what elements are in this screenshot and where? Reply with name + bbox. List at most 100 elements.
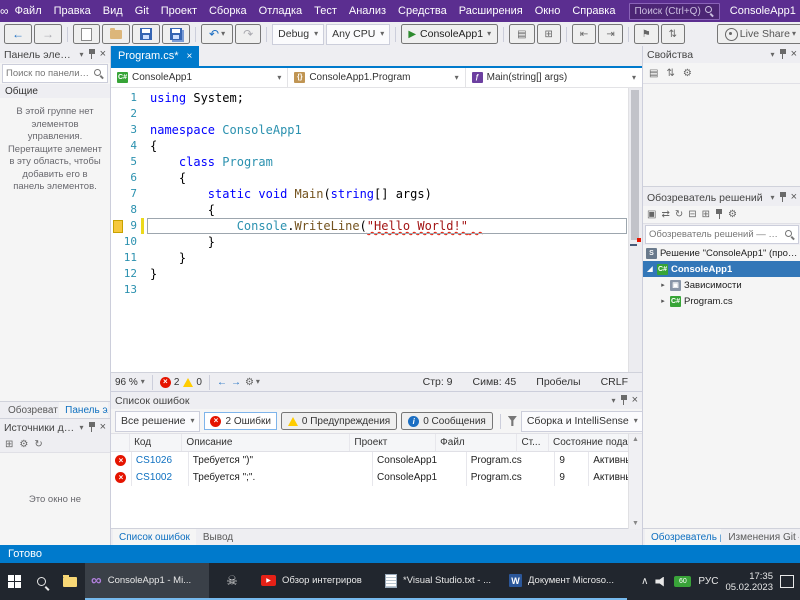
code-line[interactable]: 4{ <box>111 138 642 154</box>
menu-debug[interactable]: Отладка <box>253 0 308 22</box>
member-dropdown[interactable]: ƒ Main(string[] args) ▾ <box>466 68 642 87</box>
quick-actions-icon[interactable] <box>113 220 123 233</box>
save-button[interactable] <box>132 24 160 44</box>
close-icon[interactable]: × <box>791 192 797 203</box>
menu-build[interactable]: Сборка <box>203 0 253 22</box>
editor-errors-indicator[interactable]: × 2 <box>160 377 180 388</box>
spaces-indicator[interactable]: Пробелы <box>536 376 580 388</box>
property-pages-icon[interactable]: ⚙ <box>683 68 692 79</box>
menu-extensions[interactable]: Расширения <box>453 0 529 22</box>
open-file-button[interactable] <box>102 24 130 44</box>
editor-extra-dropdown[interactable]: ⚙ ▾ <box>245 377 260 388</box>
code-line[interactable]: 9 Console.WriteLine("Hello World!" <box>111 218 642 234</box>
solution-platform-dropdown[interactable]: Any CPU ▾ <box>326 24 390 45</box>
switch-views-icon[interactable]: ⇄ <box>661 209 669 220</box>
column-description[interactable]: Описание <box>182 434 350 451</box>
preview-changes-button[interactable]: ▤ <box>509 24 534 44</box>
toolbox-group-header[interactable]: Общие <box>0 84 110 98</box>
taskbar-app-visual-studio[interactable]: ∞ ConsoleApp1 - Mi... <box>85 563 209 600</box>
file-explorer-button[interactable] <box>55 563 85 600</box>
taskbar-clock[interactable]: 17:35 05.02.2023 <box>725 571 773 593</box>
navigate-backward-icon[interactable]: ← <box>217 377 227 388</box>
error-list-scrollbar[interactable]: ▲ ▼ <box>628 434 642 529</box>
solution-explorer-search-input[interactable]: Обозреватель решений — поиск (Ctrl+» <box>645 225 799 244</box>
start-button[interactable] <box>0 563 29 600</box>
tab-output[interactable]: Вывод <box>197 529 239 545</box>
code-line[interactable]: 12} <box>111 266 642 282</box>
messages-filter-button[interactable]: i 0 Сообщения <box>401 412 493 430</box>
code-line[interactable]: 10 } <box>111 234 642 250</box>
add-data-source-icon[interactable]: ⊞ <box>5 439 13 450</box>
code-line[interactable]: 11 } <box>111 250 642 266</box>
taskbar-search-button[interactable] <box>29 563 55 600</box>
language-indicator[interactable]: РУС <box>698 577 718 587</box>
redo-button[interactable]: ↷ <box>235 24 261 44</box>
menu-test[interactable]: Тест <box>308 0 343 22</box>
show-output-button[interactable]: ⊞ <box>537 24 561 44</box>
menu-git[interactable]: Git <box>129 0 155 22</box>
close-icon[interactable]: × <box>100 49 106 60</box>
expander-collapsed-icon[interactable]: ▸ <box>659 297 667 305</box>
code-line[interactable]: 6 { <box>111 170 642 186</box>
project-dropdown[interactable]: C# ConsoleApp1 ▾ <box>111 68 288 87</box>
scrollbar-thumb[interactable] <box>631 90 639 240</box>
tab-error-list[interactable]: Список ошибок <box>113 529 196 545</box>
tree-item-dependencies[interactable]: ▸ ▣ Зависимости <box>643 277 800 293</box>
code-line[interactable]: 5 class Program <box>111 154 642 170</box>
close-icon[interactable]: × <box>100 422 106 433</box>
column-line[interactable]: Ст... <box>517 434 549 451</box>
editor-warnings-indicator[interactable]: 0 <box>183 377 202 388</box>
close-icon[interactable]: × <box>791 49 797 60</box>
code-editor[interactable]: 1using System;23namespace ConsoleApp14{5… <box>111 88 642 372</box>
pin-icon[interactable] <box>620 395 628 406</box>
column-file[interactable]: Файл <box>436 434 517 451</box>
column-code[interactable]: Код <box>130 434 182 451</box>
code-line[interactable]: 13 <box>111 282 642 298</box>
close-icon[interactable]: × <box>187 51 193 62</box>
properties-wrench-icon[interactable]: ⚙ <box>728 209 737 220</box>
start-debugging-button[interactable]: ▶ ConsoleApp1 ▾ <box>401 24 498 44</box>
toolbox-search-input[interactable]: Поиск по панели элемен <box>2 64 108 83</box>
show-all-files-icon[interactable]: ⊞ <box>702 209 710 220</box>
error-row[interactable]: × CS1002 Требуется ";". ConsoleApp1 Prog… <box>111 469 642 486</box>
chevron-down-icon[interactable]: ▾ <box>80 424 84 432</box>
new-file-button[interactable] <box>73 24 100 44</box>
solution-configuration-dropdown[interactable]: Debug ▾ <box>272 24 324 45</box>
expander-expanded-icon[interactable]: ◢ <box>646 265 654 273</box>
column-severity[interactable] <box>111 434 130 451</box>
bookmark-list-button[interactable]: ⇅ <box>661 24 685 44</box>
indent-increase-button[interactable]: ⇥ <box>598 24 622 44</box>
tree-item-program-cs[interactable]: ▸ C# Program.cs <box>643 293 800 309</box>
pin-icon[interactable] <box>88 422 96 433</box>
action-center-icon[interactable] <box>780 575 794 588</box>
taskbar-app-word[interactable]: W Документ Microso... <box>503 563 627 600</box>
battery-indicator[interactable]: 60 <box>674 576 691 587</box>
pin-icon[interactable] <box>779 192 787 203</box>
code-line[interactable]: 3namespace ConsoleApp1 <box>111 122 642 138</box>
tree-item-project[interactable]: ◢ C# ConsoleApp1 <box>643 261 800 277</box>
close-icon[interactable]: × <box>632 395 638 406</box>
refresh-data-source-icon[interactable]: ↻ <box>34 439 42 450</box>
refresh-icon[interactable]: ↻ <box>675 209 683 220</box>
live-share-button[interactable]: Live Share ▾ <box>717 24 800 44</box>
scroll-up-icon[interactable]: ▲ <box>632 436 639 443</box>
menu-edit[interactable]: Правка <box>48 0 97 22</box>
menu-file[interactable]: Файл <box>9 0 48 22</box>
tab-git-changes[interactable]: Изменения Git — по... <box>722 529 799 545</box>
error-code-link[interactable]: CS1026 <box>132 452 189 469</box>
column-project[interactable]: Проект <box>350 434 436 451</box>
code-line[interactable]: 2 <box>111 106 642 122</box>
filter-funnel-icon[interactable] <box>508 416 517 426</box>
menu-analyze[interactable]: Анализ <box>343 0 392 22</box>
menu-view[interactable]: Вид <box>97 0 129 22</box>
collapse-all-icon[interactable]: ⊟ <box>688 209 696 220</box>
navigate-back-button[interactable]: ← <box>4 24 32 44</box>
tab-server-explorer[interactable]: Обозреватель... <box>2 402 58 418</box>
taskbar-app-skull[interactable]: ☠ <box>209 563 255 600</box>
code-line[interactable]: 8 { <box>111 202 642 218</box>
menu-tools[interactable]: Средства <box>392 0 453 22</box>
taskbar-app-notepad[interactable]: *Visual Studio.txt - ... <box>379 563 503 600</box>
error-code-link[interactable]: CS1002 <box>132 469 189 486</box>
toggle-bookmark-button[interactable]: ⚑ <box>634 24 659 44</box>
chevron-down-icon[interactable]: ▾ <box>612 397 616 405</box>
